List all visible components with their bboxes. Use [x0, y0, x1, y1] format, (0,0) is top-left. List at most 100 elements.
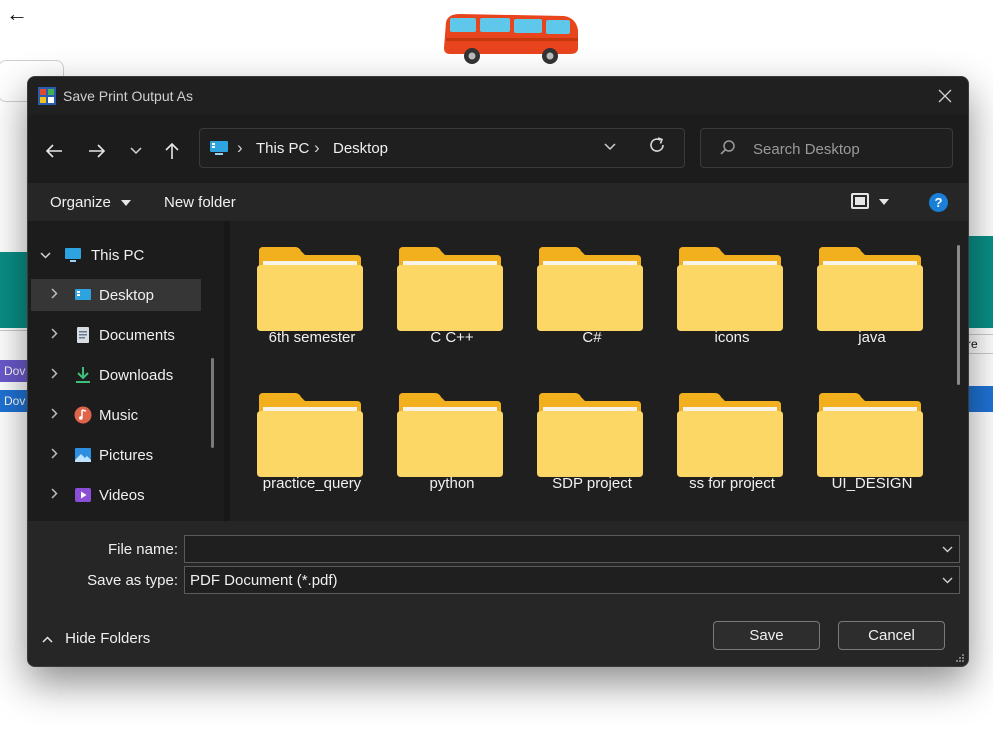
downloads-icon [76, 367, 90, 383]
hide-folders-button[interactable]: Hide Folders [42, 630, 150, 647]
folder-name: C# [582, 329, 602, 346]
folder-name: python [429, 475, 475, 492]
file-list-scrollbar[interactable] [957, 245, 960, 385]
folder-item[interactable]: C# [510, 221, 643, 346]
app-icon [38, 87, 56, 105]
sidebar-item-label: Documents [99, 327, 175, 344]
file-name-dropdown[interactable] [942, 541, 953, 556]
save-as-type-dropdown[interactable] [942, 572, 953, 587]
folder-item[interactable]: ss for project [650, 367, 783, 492]
address-dropdown-button[interactable] [604, 138, 616, 154]
folder-icon [257, 247, 363, 331]
save-button[interactable]: Save [713, 621, 820, 650]
cancel-button[interactable]: Cancel [838, 621, 945, 650]
view-icon[interactable] [851, 193, 869, 209]
sidebar-item-label: Videos [99, 487, 145, 504]
help-button[interactable]: ? [929, 193, 948, 212]
hide-folders-label: Hide Folders [65, 630, 151, 647]
sidebar-item-downloads[interactable]: Downloads [28, 359, 224, 391]
chevron-right-icon[interactable] [51, 487, 58, 502]
folder-icon [537, 247, 643, 331]
folder-item[interactable]: 6th semester [230, 221, 363, 346]
folder-icon [537, 393, 643, 477]
sidebar-item-music[interactable]: Music [28, 399, 224, 431]
music-icon [74, 406, 92, 424]
folder-item[interactable]: SDP project [510, 367, 643, 492]
back-button[interactable] [40, 137, 68, 165]
computer-icon [65, 248, 81, 262]
new-folder-button[interactable]: New folder [164, 194, 236, 211]
organize-menu[interactable]: Organize [50, 194, 132, 211]
folder-item[interactable]: icons [650, 221, 783, 346]
folder-name: 6th semester [268, 329, 356, 346]
chevron-right-icon[interactable] [51, 327, 58, 342]
caret-down-icon [879, 199, 889, 205]
search-box[interactable] [700, 128, 953, 168]
folder-icon [677, 393, 783, 477]
folder-item[interactable]: UI_DESIGN [790, 367, 923, 492]
sidebar-item-label: Desktop [99, 287, 155, 304]
background-row: Dov [0, 390, 30, 412]
bus-icon [444, 14, 578, 64]
forward-button[interactable] [83, 137, 111, 165]
chevron-right-icon[interactable] [51, 447, 58, 462]
folder-name: java [858, 329, 886, 346]
chevron-right-icon[interactable] [51, 367, 58, 382]
sidebar-scrollbar[interactable] [211, 358, 214, 448]
arrow-right-icon [89, 144, 106, 158]
command-bar: Organize New folder ? [28, 183, 968, 221]
folder-item[interactable]: C C++ [370, 221, 503, 346]
computer-icon [210, 141, 228, 155]
organize-label: Organize [50, 194, 111, 211]
desktop-icon [75, 289, 91, 300]
refresh-button[interactable] [648, 136, 666, 160]
sidebar-item-documents[interactable]: Documents [28, 319, 224, 351]
folder-item[interactable]: java [790, 221, 923, 346]
resize-grip-icon[interactable] [955, 653, 965, 663]
save-as-type-label: Save as type: [87, 572, 178, 589]
folder-icon [397, 247, 503, 331]
view-options-button[interactable] [879, 192, 889, 208]
search-icon [720, 140, 735, 155]
sidebar-item-videos[interactable]: Videos [28, 479, 224, 511]
sidebar-item-label: Downloads [99, 367, 174, 384]
caret-down-icon [121, 200, 132, 207]
background-row [966, 386, 993, 412]
sidebar-item-label: Music [99, 407, 139, 424]
folder-name: C C++ [430, 329, 474, 346]
sidebar-item-this-pc[interactable]: This PC [28, 239, 224, 271]
folder-name: practice_query [262, 475, 362, 492]
breadcrumb-separator: › [237, 138, 243, 157]
recent-locations-button[interactable] [122, 137, 150, 165]
chevron-right-icon[interactable] [51, 407, 58, 422]
title-bar: Save Print Output As [28, 77, 968, 115]
chevron-down-icon[interactable] [40, 247, 51, 262]
folder-item[interactable]: python [370, 367, 503, 492]
background-panel-left [0, 252, 30, 328]
folder-name: icons [714, 329, 750, 346]
folder-name: UI_DESIGN [831, 475, 913, 492]
up-button[interactable] [158, 137, 186, 165]
file-name-input[interactable] [189, 539, 933, 561]
save-as-type-value: PDF Document (*.pdf) [190, 572, 338, 589]
sidebar-item-desktop[interactable]: Desktop [31, 279, 201, 311]
sidebar-item-label: This PC [91, 247, 145, 264]
chevron-down-icon [604, 143, 616, 151]
sidebar-item-pictures[interactable]: Pictures [28, 439, 224, 471]
documents-icon [77, 327, 89, 343]
close-button[interactable] [922, 77, 968, 115]
chevron-up-icon [42, 635, 53, 643]
chevron-right-icon[interactable] [51, 287, 58, 302]
folder-item[interactable]: practice_query [230, 367, 363, 492]
save-as-type-select[interactable]: PDF Document (*.pdf) [184, 566, 960, 594]
back-arrow-icon[interactable]: ← [6, 3, 28, 25]
search-input[interactable] [751, 137, 945, 161]
breadcrumb-this-pc[interactable]: This PC [256, 140, 309, 157]
arrow-up-icon [165, 142, 179, 159]
address-bar[interactable]: › This PC › Desktop [199, 128, 685, 168]
folder-icon [257, 393, 363, 477]
breadcrumb-desktop[interactable]: Desktop [333, 140, 388, 157]
file-name-field[interactable] [184, 535, 960, 563]
background-row: Dov [0, 360, 30, 382]
file-list: 6th semester C C++ C# icons java practic… [230, 221, 968, 521]
